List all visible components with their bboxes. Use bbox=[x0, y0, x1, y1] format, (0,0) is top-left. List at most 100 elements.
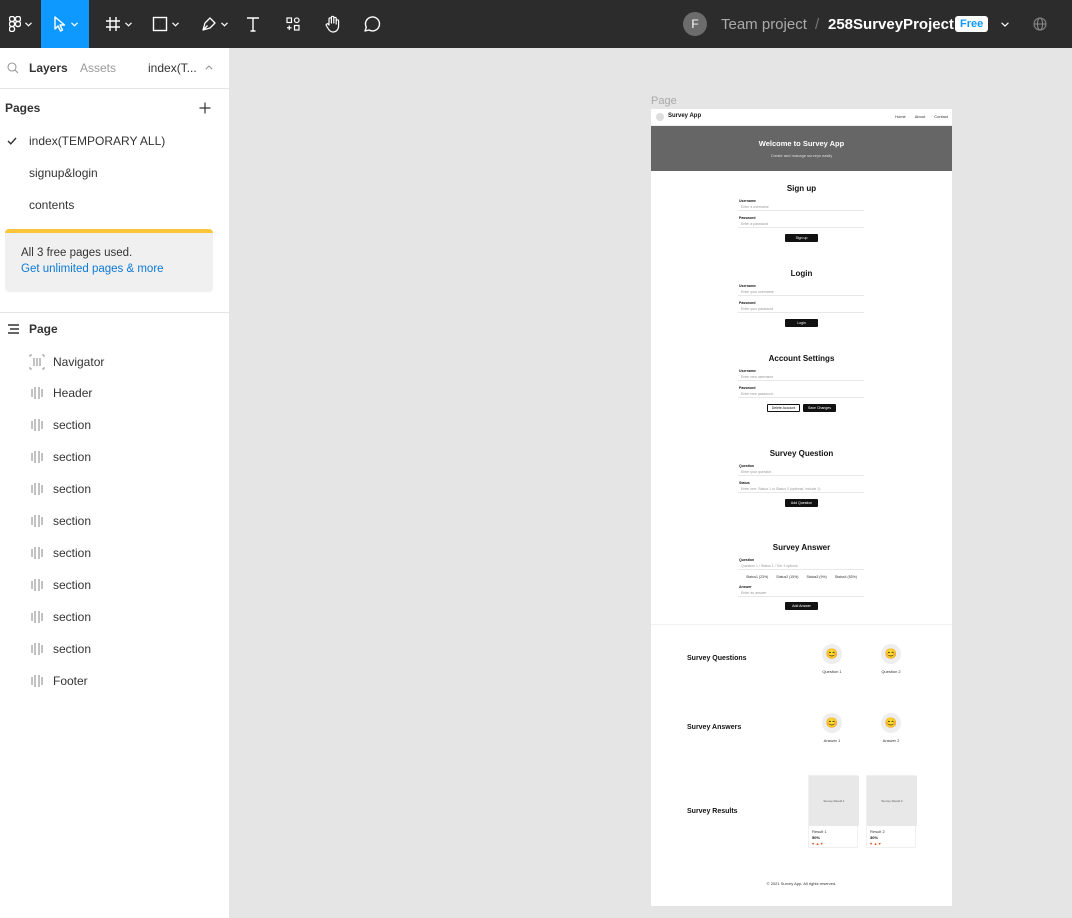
mock-input: Enter your question bbox=[738, 468, 864, 476]
layer-label: Footer bbox=[53, 674, 88, 688]
layer-header[interactable]: Header bbox=[29, 386, 92, 400]
auto-layout-icon bbox=[29, 451, 45, 463]
mock-input: Question 1 / Status 1 / Tier 1 options bbox=[738, 562, 864, 570]
team-name-link[interactable]: Team project bbox=[721, 0, 807, 48]
page-item-contents[interactable]: contents bbox=[29, 198, 74, 212]
tab-assets[interactable]: Assets bbox=[80, 61, 116, 75]
chevron-down-icon bbox=[1001, 21, 1009, 27]
add-page-icon[interactable] bbox=[199, 102, 211, 114]
page-picker[interactable]: index(T... bbox=[148, 61, 197, 75]
chevron-down-icon bbox=[25, 21, 32, 27]
move-tool-button[interactable] bbox=[41, 0, 89, 48]
layer-section[interactable]: section bbox=[29, 418, 91, 432]
layer-section[interactable]: section bbox=[29, 482, 91, 496]
mock-input: Enter one: Status 1 or Status 2 (optiona… bbox=[738, 485, 864, 493]
comment-tool-button[interactable] bbox=[359, 0, 385, 48]
mock-result-card: Survey Result 2 Result 2 30% ♥ ▲ ♥ bbox=[866, 775, 917, 848]
user-avatar[interactable]: F bbox=[683, 12, 707, 36]
mock-input: Enter a password bbox=[738, 220, 864, 228]
layer-label: section bbox=[53, 514, 92, 528]
pages-limit-notice: All 3 free pages used. Get unlimited pag… bbox=[5, 229, 213, 292]
project-title[interactable]: 258SurveyProject bbox=[828, 0, 954, 48]
upgrade-link[interactable]: Get unlimited pages & more bbox=[21, 263, 164, 275]
notice-text: All 3 free pages used. bbox=[21, 247, 133, 259]
mock-input: Enter an answer bbox=[738, 589, 864, 597]
layer-section[interactable]: section bbox=[29, 578, 91, 592]
main-menu-button[interactable] bbox=[0, 0, 41, 48]
mock-input: Enter your password bbox=[738, 305, 864, 313]
cursor-arrow-icon bbox=[53, 16, 65, 32]
mock-hero-title: Welcome to Survey App bbox=[758, 139, 845, 148]
mock-answer-title: Survey Answer bbox=[772, 543, 831, 552]
project-menu-button[interactable] bbox=[996, 0, 1014, 48]
layer-section[interactable]: section bbox=[29, 514, 91, 528]
shape-tool-button[interactable] bbox=[145, 0, 185, 48]
page-item-signup-login[interactable]: signup&login bbox=[29, 166, 98, 180]
frame-tool-button[interactable] bbox=[97, 0, 139, 48]
layer-section[interactable]: section bbox=[29, 450, 91, 464]
layer-root-page[interactable]: Page bbox=[29, 322, 58, 336]
left-panel: Layers Assets index(T... Pages index(TEM… bbox=[0, 48, 230, 918]
auto-layout-icon bbox=[29, 419, 45, 431]
hand-icon bbox=[325, 15, 340, 33]
chevron-down-icon bbox=[171, 21, 179, 27]
mock-questions-heading: Survey Questions bbox=[687, 655, 747, 662]
mock-question-caption: Question 2 bbox=[881, 669, 901, 674]
panel-tabs: Layers Assets index(T... bbox=[0, 48, 230, 89]
pen-tool-button[interactable] bbox=[193, 0, 235, 48]
mock-hero-subtitle: Create and manage surveys easily bbox=[770, 153, 833, 158]
pages-heading: Pages bbox=[5, 101, 41, 115]
search-icon[interactable] bbox=[7, 62, 19, 74]
text-tool-button[interactable] bbox=[240, 0, 266, 48]
auto-layout-icon bbox=[29, 643, 45, 655]
mock-answer-caption: Answer 2 bbox=[882, 738, 900, 743]
plan-badge[interactable]: Free bbox=[955, 16, 989, 32]
frame-hash-icon bbox=[105, 17, 120, 31]
figma-logo-icon bbox=[9, 16, 21, 32]
frame-label[interactable]: Page bbox=[651, 95, 677, 107]
layer-section[interactable]: section bbox=[29, 642, 91, 656]
page-frame[interactable]: Survey App Home About Contact Welcome to… bbox=[651, 109, 952, 906]
resources-tool-button[interactable] bbox=[280, 0, 306, 48]
chevron-down-icon bbox=[124, 21, 132, 27]
mock-footer: © 2021 Survey App. All rights reserved. bbox=[766, 881, 837, 886]
chevron-down-icon bbox=[220, 21, 228, 27]
mock-delete-account-button: Delete Account bbox=[767, 404, 800, 412]
checkmark-icon bbox=[7, 137, 17, 145]
mock-result-image: Survey Result 2 bbox=[867, 776, 917, 826]
language-button[interactable] bbox=[1030, 0, 1050, 48]
mock-input: Enter new username bbox=[738, 373, 864, 381]
page-item-index[interactable]: index(TEMPORARY ALL) bbox=[29, 134, 165, 148]
layer-footer[interactable]: Footer bbox=[29, 674, 88, 688]
top-toolbar: F Team project / 258SurveyProject Free bbox=[0, 0, 1072, 48]
mock-option: Status2 (15%) bbox=[776, 575, 799, 579]
hand-tool-button[interactable] bbox=[320, 0, 346, 48]
mock-result-reactions: ♥ ▲ ♥ bbox=[870, 841, 881, 846]
mock-result-percent: 30% bbox=[870, 835, 879, 840]
smile-emoji-icon: 😊 bbox=[881, 644, 901, 664]
mock-result-reactions: ♥ ▲ ♥ bbox=[812, 841, 823, 846]
mock-signup-title: Sign up bbox=[786, 184, 817, 193]
layer-label: Header bbox=[53, 386, 93, 400]
mock-result-title: Result 1 bbox=[812, 829, 827, 834]
chevron-up-icon[interactable] bbox=[205, 65, 213, 70]
mock-divider bbox=[651, 624, 952, 625]
auto-layout-icon bbox=[29, 387, 45, 399]
chevron-down-icon bbox=[70, 21, 78, 27]
auto-layout-icon bbox=[29, 515, 45, 527]
auto-layout-icon bbox=[29, 579, 45, 591]
tab-layers[interactable]: Layers bbox=[29, 61, 68, 75]
layer-section[interactable]: section bbox=[29, 610, 91, 624]
mock-input: Enter a username bbox=[738, 203, 864, 211]
layer-label: section bbox=[53, 482, 92, 496]
auto-layout-icon bbox=[29, 547, 45, 559]
mock-question-caption: Question 1 bbox=[822, 669, 842, 674]
layer-label: Navigator bbox=[53, 355, 105, 369]
mock-navigator: Survey App Home About Contact bbox=[651, 109, 952, 126]
mock-answers-heading: Survey Answers bbox=[687, 724, 742, 731]
layer-navigator[interactable]: Navigator bbox=[29, 354, 104, 370]
mock-login-title: Login bbox=[790, 269, 813, 278]
pen-icon bbox=[201, 17, 216, 31]
layer-section[interactable]: section bbox=[29, 546, 91, 560]
smile-emoji-icon: 😊 bbox=[822, 713, 842, 733]
